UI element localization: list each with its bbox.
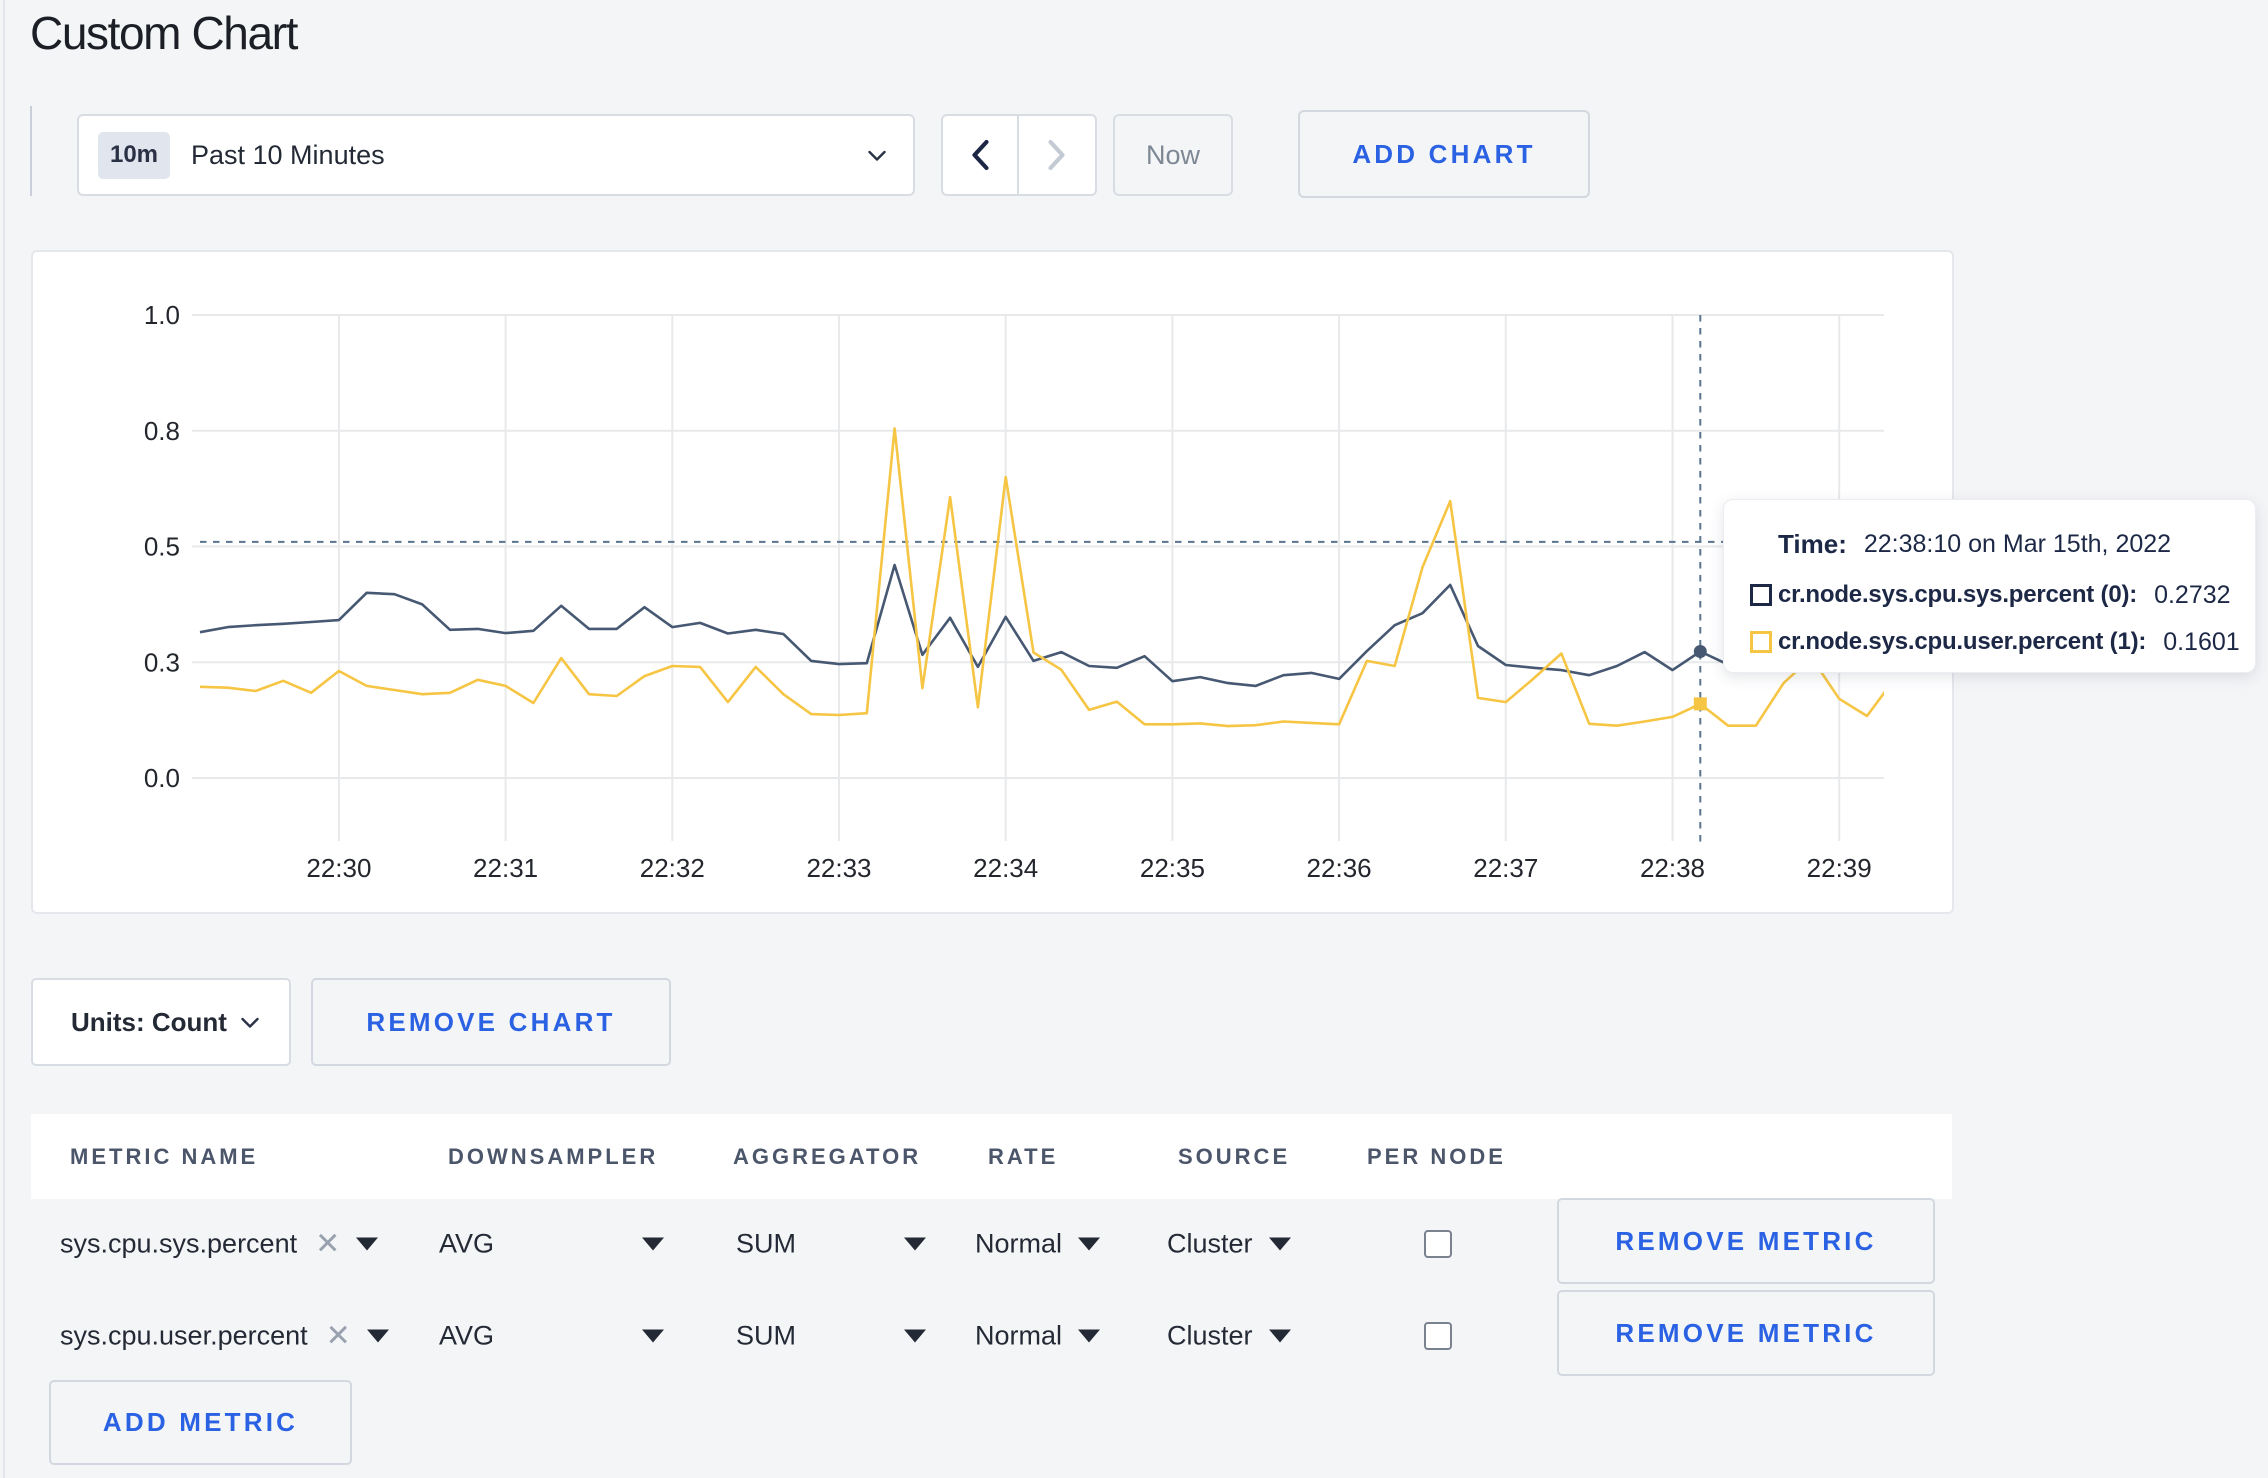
column-per-node: PER NODE [1367, 1143, 1506, 1169]
x-axis-tick-label: 22:37 [1473, 853, 1538, 883]
metric-row: sys.cpu.sys.percent ✕ AVG SUM Normal Clu… [0, 1198, 2268, 1290]
column-rate: RATE [988, 1143, 1059, 1169]
downsampler-select[interactable]: AVG [439, 1228, 665, 1260]
x-axis-tick-label: 22:34 [973, 853, 1038, 883]
metric-row: sys.cpu.user.percent ✕ AVG SUM Normal Cl… [0, 1290, 2268, 1382]
source-value: Cluster [1167, 1228, 1253, 1259]
chart-tooltip: Time: 22:38:10 on Mar 15th, 2022 cr.node… [1723, 499, 2256, 673]
tooltip-series-row: cr.node.sys.cpu.sys.percent (0): 0.2732 [1724, 580, 2255, 610]
caret-down-icon [1268, 1329, 1291, 1343]
hover-marker [1693, 645, 1707, 659]
caret-down-icon [1078, 1237, 1101, 1251]
clear-metric-icon[interactable]: ✕ [315, 1227, 340, 1262]
time-range-dropdown[interactable]: 10m Past 10 Minutes [77, 114, 915, 196]
time-range-label: Past 10 Minutes [191, 139, 385, 170]
remove-chart-button[interactable]: REMOVE CHART [311, 978, 671, 1066]
x-axis-tick-label: 22:33 [806, 853, 871, 883]
add-chart-button[interactable]: ADD CHART [1298, 110, 1590, 198]
y-axis-tick-label: 0.5 [144, 532, 180, 562]
series-swatch-sys [1750, 584, 1772, 606]
aggregator-select[interactable]: SUM [736, 1321, 926, 1352]
units-label: Units: Count [71, 1006, 227, 1037]
x-axis-tick-label: 22:36 [1307, 853, 1372, 883]
x-axis-tick-label: 22:35 [1140, 853, 1205, 883]
y-axis-tick-label: 0.3 [144, 647, 180, 677]
caret-down-icon [366, 1329, 389, 1343]
x-axis-tick-label: 22:31 [473, 853, 538, 883]
x-axis-tick-label: 22:30 [306, 853, 371, 883]
tooltip-series-value: 0.2732 [2154, 580, 2231, 609]
chevron-down-icon [868, 150, 886, 161]
prev-range-button[interactable] [943, 116, 1019, 194]
rate-value: Normal [975, 1320, 1063, 1351]
downsampler-value: AVG [439, 1228, 495, 1259]
chevron-right-icon [1048, 139, 1065, 171]
aggregator-value: SUM [736, 1228, 796, 1259]
tooltip-time-label: Time: [1778, 528, 1847, 559]
caret-down-icon [904, 1237, 926, 1251]
aggregator-value: SUM [736, 1320, 796, 1351]
tooltip-series-label: cr.node.sys.cpu.user.percent (1): [1778, 628, 2147, 655]
x-axis-tick-label: 22:38 [1640, 853, 1705, 883]
rate-select[interactable]: Normal [975, 1228, 1101, 1260]
tooltip-series-label: cr.node.sys.cpu.sys.percent (0): [1778, 581, 2138, 608]
tooltip-time-row: Time: 22:38:10 on Mar 15th, 2022 [1724, 529, 2255, 559]
caret-down-icon [642, 1329, 665, 1343]
column-downsampler: DOWNSAMPLER [448, 1143, 659, 1169]
metric-name-select[interactable]: sys.cpu.user.percent ✕ [60, 1319, 389, 1354]
caret-down-icon [642, 1237, 665, 1251]
time-nav-group [941, 114, 1097, 196]
hover-marker [1693, 697, 1707, 711]
toolbar-divider [30, 106, 32, 196]
time-range-badge: 10m [98, 131, 170, 179]
column-metric-name: METRIC NAME [70, 1143, 259, 1169]
y-axis-tick-label: 0.0 [144, 763, 180, 793]
tooltip-series-row: cr.node.sys.cpu.user.percent (1): 0.1601 [1724, 627, 2255, 657]
metric-name-value: sys.cpu.user.percent [60, 1320, 308, 1351]
x-axis-tick-label: 22:39 [1807, 853, 1872, 883]
next-range-button[interactable] [1019, 116, 1095, 194]
remove-metric-button[interactable]: REMOVE METRIC [1557, 1290, 1935, 1376]
caret-down-icon [1268, 1237, 1291, 1251]
tooltip-series-value: 0.1601 [2163, 627, 2240, 656]
rate-select[interactable]: Normal [975, 1320, 1101, 1352]
metric-name-select[interactable]: sys.cpu.sys.percent ✕ [60, 1227, 379, 1262]
rate-value: Normal [975, 1228, 1063, 1259]
line-chart[interactable]: 0.0 0.3 0.5 0.8 1.0 22:30 22:31 22:32 22:33 22:34… [31, 250, 1954, 914]
per-node-checkbox[interactable] [1424, 1230, 1452, 1258]
downsampler-value: AVG [439, 1320, 495, 1351]
caret-down-icon [904, 1329, 926, 1343]
y-axis-tick-label: 1.0 [144, 300, 180, 330]
caret-down-icon [1078, 1329, 1101, 1343]
caret-down-icon [356, 1237, 379, 1251]
source-select[interactable]: Cluster [1167, 1321, 1291, 1352]
aggregator-select[interactable]: SUM [736, 1229, 926, 1260]
clear-metric-icon[interactable]: ✕ [326, 1319, 351, 1354]
units-dropdown[interactable]: Units: Count [31, 978, 291, 1066]
column-aggregator: AGGREGATOR [733, 1143, 922, 1169]
source-value: Cluster [1167, 1320, 1253, 1351]
metric-name-value: sys.cpu.sys.percent [60, 1228, 298, 1259]
series-line-cr.node.sys.cpu.user.percent [199, 427, 1884, 728]
series-swatch-user [1750, 631, 1772, 653]
remove-metric-button[interactable]: REMOVE METRIC [1557, 1198, 1935, 1284]
column-source: SOURCE [1178, 1143, 1291, 1169]
per-node-checkbox[interactable] [1424, 1322, 1452, 1350]
chevron-left-icon [972, 139, 989, 171]
series-line-cr.node.sys.cpu.sys.percent [199, 563, 1884, 688]
add-metric-button[interactable]: ADD METRIC [49, 1380, 352, 1465]
page-title: Custom Chart [30, 7, 298, 59]
x-axis-tick-label: 22:32 [640, 853, 705, 883]
downsampler-select[interactable]: AVG [439, 1320, 665, 1352]
metrics-table-header: METRIC NAME DOWNSAMPLER AGGREGATOR RATE … [31, 1114, 1952, 1199]
tooltip-time-value: 22:38:10 on Mar 15th, 2022 [1863, 529, 2172, 558]
y-axis-tick-label: 0.8 [144, 416, 180, 446]
source-select[interactable]: Cluster [1167, 1229, 1291, 1260]
now-button[interactable]: Now [1113, 114, 1233, 196]
chevron-down-icon [241, 1017, 259, 1028]
